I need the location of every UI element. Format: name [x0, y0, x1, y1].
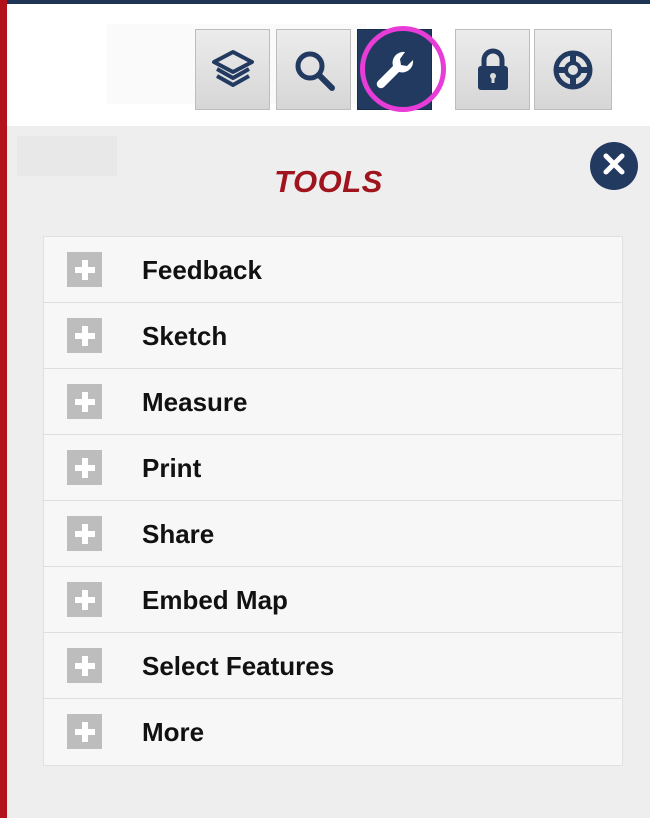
tool-item-label: Embed Map [142, 585, 288, 615]
plus-icon[interactable] [67, 516, 102, 551]
tool-item-label: More [142, 717, 205, 747]
tool-item-label: Measure [142, 387, 248, 417]
window-left-border [0, 0, 7, 818]
lifebuoy-icon [551, 48, 595, 92]
tools-list: Feedback Sketch Measure Print Share Embe… [43, 236, 623, 766]
plus-icon[interactable] [67, 450, 102, 485]
tool-item-label: Feedback [142, 255, 262, 285]
lock-icon [473, 47, 513, 93]
tool-item-select-features[interactable]: Select Features [44, 633, 622, 699]
tool-item-feedback[interactable]: Feedback [44, 237, 622, 303]
close-button[interactable] [590, 142, 638, 190]
search-button[interactable] [276, 29, 351, 110]
search-icon [291, 47, 337, 93]
plus-icon[interactable] [67, 252, 102, 287]
tool-item-measure[interactable]: Measure [44, 369, 622, 435]
tool-item-label: Sketch [142, 321, 228, 351]
toolbar [7, 4, 650, 126]
layers-button[interactable] [195, 29, 270, 110]
wrench-icon [371, 46, 419, 94]
plus-icon[interactable] [67, 714, 102, 749]
tools-button[interactable] [357, 29, 432, 110]
tool-item-print[interactable]: Print [44, 435, 622, 501]
panel-title: TOOLS [274, 164, 383, 199]
layers-icon [210, 47, 256, 93]
tool-item-share[interactable]: Share [44, 501, 622, 567]
tool-item-embed-map[interactable]: Embed Map [44, 567, 622, 633]
tool-item-label: Select Features [142, 651, 335, 681]
tool-item-label: Print [142, 453, 202, 483]
plus-icon[interactable] [67, 318, 102, 353]
plus-icon[interactable] [67, 582, 102, 617]
plus-icon[interactable] [67, 384, 102, 419]
help-button[interactable] [534, 29, 612, 110]
tool-item-label: Share [142, 519, 215, 549]
plus-icon[interactable] [67, 648, 102, 683]
lock-button[interactable] [455, 29, 530, 110]
close-icon [602, 152, 626, 180]
tool-item-more[interactable]: More [44, 699, 622, 765]
tool-item-sketch[interactable]: Sketch [44, 303, 622, 369]
